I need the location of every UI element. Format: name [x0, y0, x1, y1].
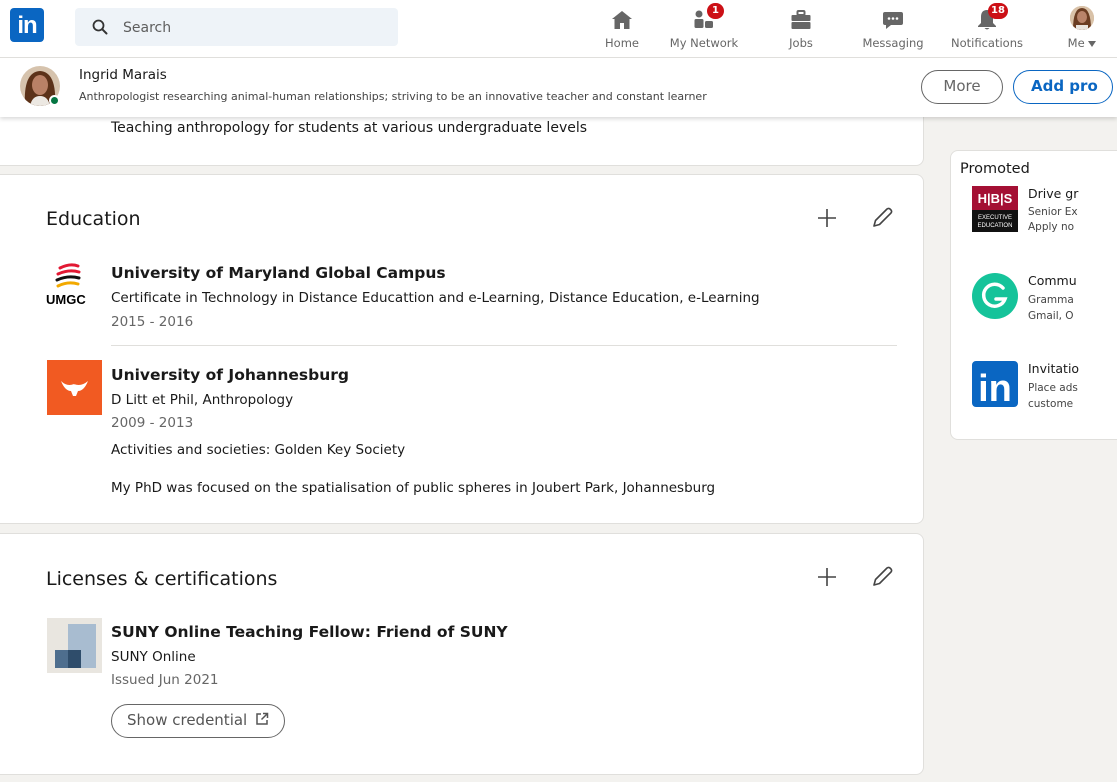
search-icon [92, 19, 108, 35]
briefcase-icon [791, 10, 811, 29]
license-issuer: SUNY Online [111, 649, 196, 665]
education-divider [111, 345, 897, 346]
promoted-card: Promoted H|B|S EXECUTIVE EDUCATION Drive… [950, 150, 1117, 440]
nav-messaging[interactable]: Messaging [857, 0, 929, 57]
linkedin-ads-logo[interactable]: in [972, 361, 1018, 407]
nav-messaging-label: Messaging [862, 36, 924, 50]
nav-my-network-label: My Network [669, 36, 739, 50]
avatar-icon [1070, 6, 1094, 30]
svg-text:in: in [978, 368, 1012, 407]
svg-text:UMGC: UMGC [46, 292, 86, 307]
umgc-dates: 2015 - 2016 [111, 314, 194, 330]
promo-1-line-1: Senior Ex [1028, 206, 1078, 218]
uj-dates: 2009 - 2013 [111, 415, 194, 431]
nav-me[interactable]: Me [1059, 0, 1105, 57]
profile-sticky-bar: Ingrid Marais Anthropologist researching… [0, 57, 1117, 117]
profile-headline: Anthropologist researching animal-human … [79, 90, 707, 103]
umgc-school-name[interactable]: University of Maryland Global Campus [111, 264, 446, 282]
chat-icon [883, 12, 903, 29]
linkedin-logo[interactable]: in [10, 8, 44, 42]
suny-online-logo[interactable] [47, 618, 102, 673]
show-credential-button[interactable]: Show credential [111, 704, 286, 738]
promo-1-headline[interactable]: Drive gr [1028, 186, 1078, 201]
edit-education-icon[interactable] [868, 204, 896, 232]
add-education-icon[interactable] [813, 204, 841, 232]
add-profile-section-button[interactable]: Add pro [1013, 70, 1113, 104]
network-badge: 1 [707, 3, 724, 19]
uj-degree: D Litt et Phil, Anthropology [111, 392, 294, 408]
uj-school-name[interactable]: University of Johannesburg [111, 366, 349, 384]
profile-name: Ingrid Marais [79, 67, 167, 83]
svg-text:EDUCATION: EDUCATION [978, 223, 1013, 229]
promo-1-line-2: Apply no [1028, 221, 1075, 233]
show-credential-label: Show credential [127, 711, 248, 729]
more-button[interactable]: More [921, 70, 1003, 104]
education-card: Education UMGC University of Maryland Gl… [0, 174, 924, 524]
nav-home-label: Home [605, 36, 639, 50]
nav-notifications[interactable]: 18 Notifications [944, 0, 1030, 57]
hbs-logo[interactable]: H|B|S EXECUTIVE EDUCATION [972, 186, 1018, 232]
global-nav: in Home 1 My Network Jobs [0, 0, 1117, 58]
promo-3-line-1: Place ads [1028, 382, 1078, 394]
experience-description: Teaching anthropology for students at va… [111, 120, 588, 136]
promo-2-line-1: Gramma [1028, 294, 1074, 306]
education-title: Education [46, 208, 141, 230]
nav-jobs[interactable]: Jobs [778, 0, 824, 57]
caret-down-icon [1088, 41, 1097, 47]
uj-activities: Activities and societies: Golden Key Soc… [111, 442, 406, 458]
promo-2-headline[interactable]: Commu [1028, 273, 1077, 288]
license-issued-date: Issued Jun 2021 [111, 672, 219, 688]
nav-home[interactable]: Home [597, 0, 647, 57]
license-name[interactable]: SUNY Online Teaching Fellow: Friend of S… [111, 623, 508, 641]
promo-3-line-2: custome [1028, 398, 1074, 410]
svg-text:H|B|S: H|B|S [978, 191, 1013, 206]
nav-me-label: Me [1059, 36, 1105, 50]
search-box[interactable] [75, 8, 398, 48]
uj-logo[interactable] [47, 360, 102, 415]
external-link-icon [256, 712, 269, 725]
notifications-badge: 18 [988, 3, 1008, 19]
online-status-dot [49, 95, 60, 106]
home-icon [612, 11, 632, 29]
umgc-degree: Certificate in Technology in Distance Ed… [111, 290, 760, 306]
add-license-icon[interactable] [813, 563, 841, 591]
promo-2-line-2: Gmail, O [1028, 310, 1074, 322]
promo-3-headline[interactable]: Invitatio [1028, 361, 1079, 376]
umgc-logo[interactable]: UMGC [46, 260, 101, 315]
licenses-card: Licenses & certifications SUNY Online Te… [0, 533, 924, 775]
nav-my-network[interactable]: 1 My Network [668, 0, 740, 57]
nav-jobs-label: Jobs [789, 36, 813, 50]
edit-license-icon[interactable] [868, 563, 896, 591]
nav-notifications-label: Notifications [951, 36, 1023, 50]
grammarly-logo[interactable] [972, 273, 1018, 319]
licenses-title: Licenses & certifications [46, 568, 278, 590]
promoted-title: Promoted [960, 161, 1030, 177]
search-input[interactable] [121, 8, 385, 48]
svg-text:EXECUTIVE: EXECUTIVE [978, 215, 1012, 221]
uj-description: My PhD was focused on the spatialisation… [111, 480, 716, 496]
